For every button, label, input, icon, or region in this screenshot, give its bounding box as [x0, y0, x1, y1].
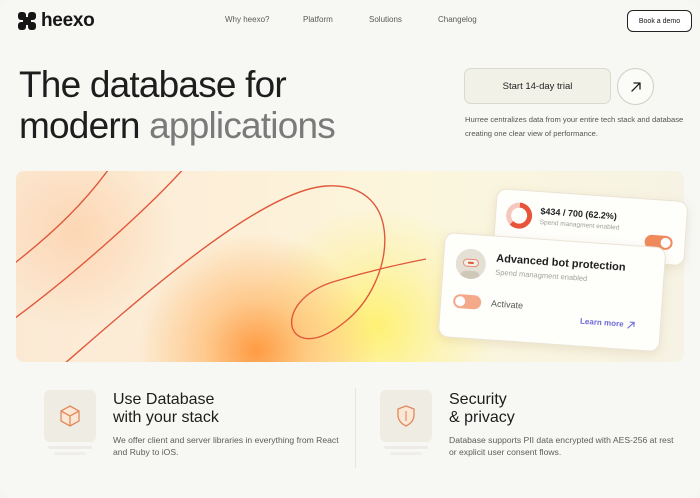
learn-more-label: Learn more: [579, 316, 624, 329]
feature-description: Database supports PII data encrypted wit…: [449, 435, 674, 457]
shield-icon: [397, 405, 415, 427]
activate-label: Activate: [490, 298, 524, 311]
arrow-up-right-icon: [626, 321, 635, 329]
feature-title-line-1: Security: [449, 391, 507, 408]
feature-title: Use Database with your stack: [113, 391, 343, 427]
feature-description: We offer client and server libraries in …: [113, 435, 339, 457]
activate-toggle[interactable]: [452, 293, 482, 310]
title-line-2: modern applications: [19, 105, 419, 146]
title-line-1: The database for: [19, 64, 287, 105]
page: heexo Why heexo? Platform Solutions Chan…: [0, 0, 700, 498]
nav-link-why[interactable]: Why heexo?: [225, 15, 303, 24]
nav-link-changelog[interactable]: Changelog: [438, 15, 498, 24]
hero-description: Hurree centralizes data from your entire…: [465, 115, 684, 138]
start-trial-button[interactable]: Start 14-day trial: [464, 68, 611, 104]
title-line-2-fade: applications: [149, 105, 336, 146]
feature-title-line-2: with your stack: [113, 409, 219, 426]
feature-title-line-2: & privacy: [449, 409, 515, 426]
feature-security: Security & privacy Database supports PII…: [380, 390, 680, 470]
arrow-button[interactable]: [617, 68, 654, 105]
spend-subtitle: Spend managment enabled: [539, 219, 620, 232]
progress-ring-icon: [505, 201, 534, 230]
learn-more-link[interactable]: Learn more: [580, 317, 635, 330]
bot-avatar: [454, 247, 487, 280]
nav-links: Why heexo? Platform Solutions Changelog: [225, 15, 498, 24]
bot-protection-card: Advanced bot protection Spend managment …: [437, 232, 667, 353]
brand-name: heexo: [41, 10, 95, 31]
feature-database: Use Database with your stack We offer cl…: [44, 390, 339, 470]
logo-icon: [18, 12, 36, 30]
cube-icon: [60, 405, 80, 427]
top-nav: heexo Why heexo? Platform Solutions Chan…: [0, 0, 700, 42]
feature-icon-tile: [44, 390, 96, 455]
nav-link-platform[interactable]: Platform: [303, 15, 369, 24]
arrow-up-right-icon: [630, 81, 641, 92]
feature-icon-tile: [380, 390, 432, 455]
divider: [355, 388, 356, 468]
nav-link-solutions[interactable]: Solutions: [369, 15, 438, 24]
book-demo-button[interactable]: Book a demo: [627, 10, 692, 32]
page-title: The database for modern applications: [19, 64, 419, 146]
logo[interactable]: heexo: [18, 10, 95, 32]
feature-title: Security & privacy: [449, 391, 679, 427]
feature-title-line-1: Use Database: [113, 391, 215, 408]
title-line-2-main: modern: [19, 105, 150, 146]
